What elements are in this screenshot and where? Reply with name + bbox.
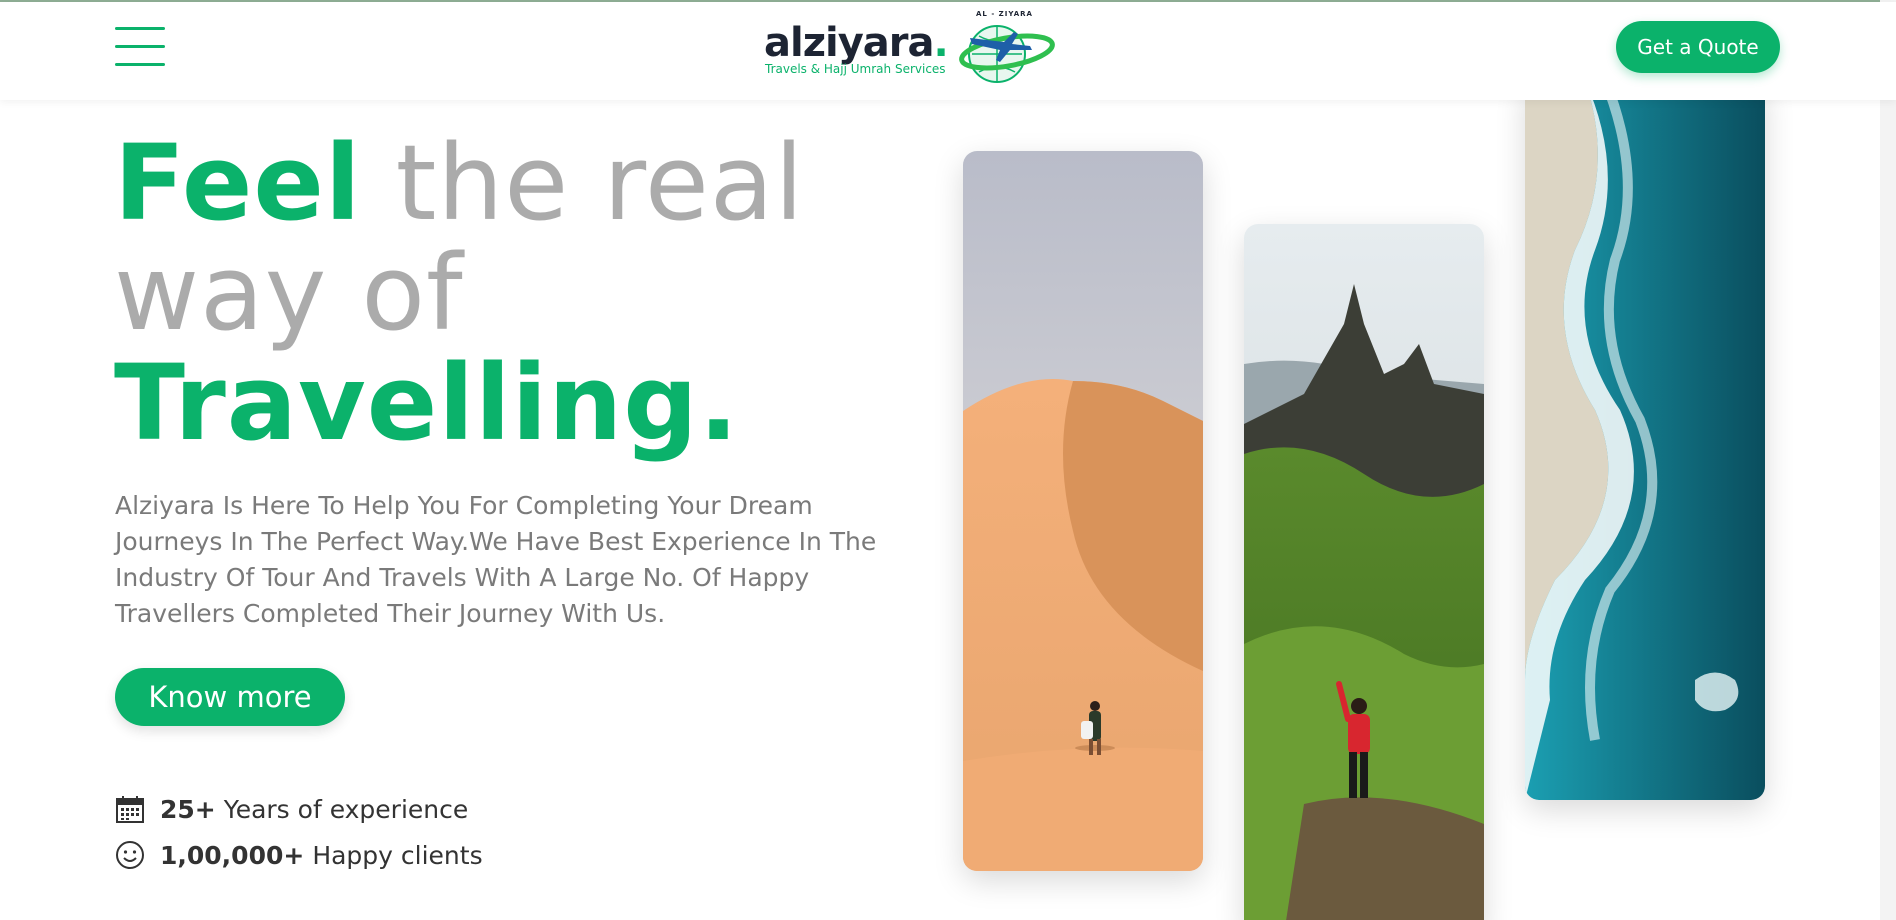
stat-value: 25+ — [160, 794, 216, 824]
hero-description: Alziyara Is Here To Help You For Complet… — [115, 491, 877, 628]
ocean-coast-image — [1525, 80, 1765, 800]
logo-badge-text: AL - ZIYARA — [976, 10, 1033, 18]
hero-heading: Feel the real way of Travelling. — [114, 128, 804, 458]
smiley-icon — [116, 841, 144, 869]
site-header: alziyara. Travels & Hajj Umrah Services … — [0, 2, 1896, 100]
page-scrollbar[interactable] — [1880, 0, 1896, 920]
hero-title-accent: Feel — [114, 122, 362, 244]
hamburger-menu-icon[interactable] — [115, 27, 165, 67]
stat-clients: 1,00,000+ Happy clients — [115, 840, 483, 870]
stat-label: Years of experience — [223, 794, 469, 824]
stat-label: Happy clients — [312, 840, 483, 870]
stat-value: 1,00,000+ — [160, 840, 305, 870]
know-more-button[interactable]: Know more — [115, 668, 345, 726]
mountain-hiker-image — [1244, 224, 1484, 920]
logo-wordmark: alziyara. — [764, 20, 949, 66]
stat-experience: 25+ Years of experience — [115, 794, 468, 824]
brand-logo[interactable]: alziyara. Travels & Hajj Umrah Services … — [764, 10, 1064, 88]
hero-title-line2: way of — [114, 232, 464, 354]
calendar-icon — [116, 796, 144, 823]
get-a-quote-button[interactable]: Get a Quote — [1616, 21, 1780, 73]
desert-dunes-image — [963, 151, 1203, 871]
globe-plane-icon — [959, 25, 1055, 83]
logo-tagline: Travels & Hajj Umrah Services — [765, 62, 946, 76]
hero-title-line3: Travelling. — [114, 342, 740, 464]
hero-title-rest: the real — [361, 122, 805, 244]
